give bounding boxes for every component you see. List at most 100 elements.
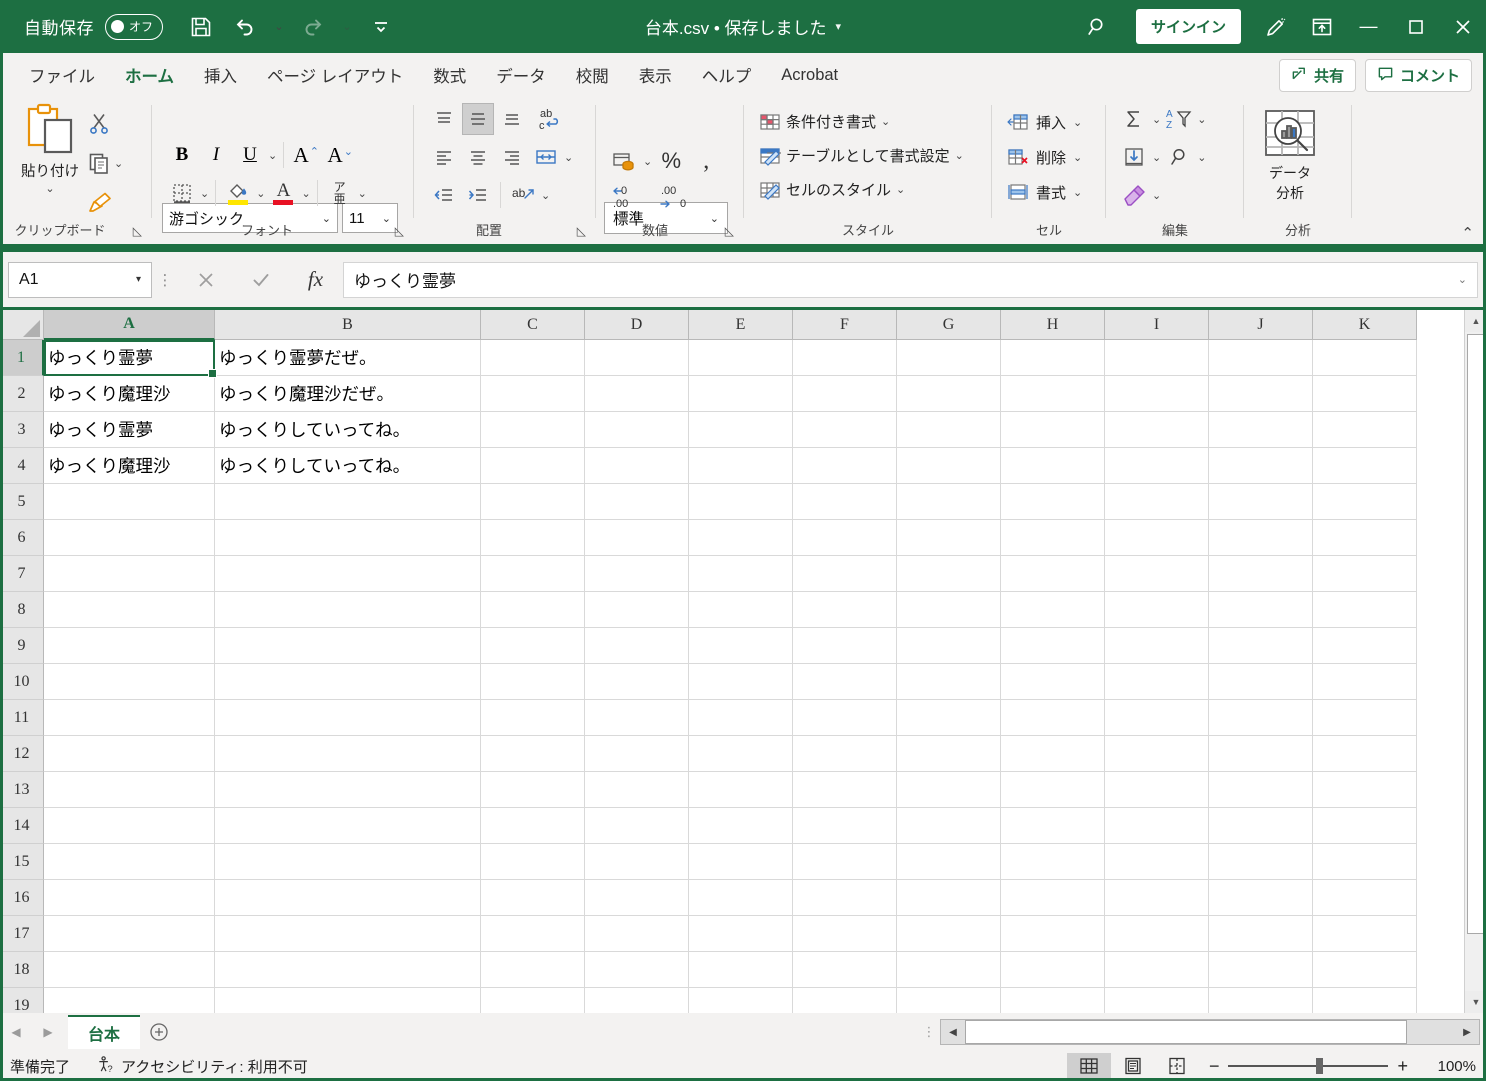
cell-I14[interactable] <box>1105 808 1209 843</box>
italic-button[interactable]: I <box>200 139 232 171</box>
cell-F15[interactable] <box>793 844 897 879</box>
format-cells-button[interactable]: 書式 ⌄ <box>1004 175 1085 209</box>
cell-A10[interactable] <box>44 664 215 699</box>
cell-K18[interactable] <box>1313 952 1417 987</box>
cell-H18[interactable] <box>1001 952 1105 987</box>
close-button[interactable] <box>1439 0 1486 53</box>
cell-J6[interactable] <box>1209 520 1313 555</box>
cell-E9[interactable] <box>689 628 793 663</box>
cell-J10[interactable] <box>1209 664 1313 699</box>
cell-A13[interactable] <box>44 772 215 807</box>
cell-K15[interactable] <box>1313 844 1417 879</box>
cell-K16[interactable] <box>1313 880 1417 915</box>
cell-K5[interactable] <box>1313 484 1417 519</box>
text-orientation-button[interactable]: ab <box>507 179 539 211</box>
cell-G14[interactable] <box>897 808 1001 843</box>
cell-C15[interactable] <box>481 844 585 879</box>
cell-E14[interactable] <box>689 808 793 843</box>
column-header-F[interactable]: F <box>793 310 897 340</box>
cell-K12[interactable] <box>1313 736 1417 771</box>
cell-I18[interactable] <box>1105 952 1209 987</box>
cell-G19[interactable] <box>897 988 1001 1013</box>
insert-function-fx-icon[interactable]: fx <box>288 262 343 298</box>
cell-J8[interactable] <box>1209 592 1313 627</box>
cell-B9[interactable] <box>215 628 481 663</box>
cell-C2[interactable] <box>481 376 585 411</box>
cell-J11[interactable] <box>1209 700 1313 735</box>
cell-D13[interactable] <box>585 772 689 807</box>
merge-dropdown-chevron-icon[interactable]: ⌄ <box>564 151 573 164</box>
cell-H1[interactable] <box>1001 340 1105 375</box>
scroll-down-arrow-icon[interactable]: ▼ <box>1465 991 1486 1013</box>
cell-A5[interactable] <box>44 484 215 519</box>
row-header-10[interactable]: 10 <box>0 664 44 700</box>
select-all-corner[interactable] <box>0 310 44 340</box>
cell-G6[interactable] <box>897 520 1001 555</box>
column-header-A[interactable]: A <box>44 310 215 340</box>
borders-button[interactable] <box>166 177 198 209</box>
column-header-G[interactable]: G <box>897 310 1001 340</box>
cell-J14[interactable] <box>1209 808 1313 843</box>
cell-B7[interactable] <box>215 556 481 591</box>
cell-D4[interactable] <box>585 448 689 483</box>
cell-E13[interactable] <box>689 772 793 807</box>
cell-D3[interactable] <box>585 412 689 447</box>
zoom-value[interactable]: 100% <box>1418 1058 1476 1075</box>
cell-F9[interactable] <box>793 628 897 663</box>
cell-F1[interactable] <box>793 340 897 375</box>
cell-E1[interactable] <box>689 340 793 375</box>
cell-C10[interactable] <box>481 664 585 699</box>
cell-styles-button[interactable]: セルのスタイル ⌄ <box>756 173 967 206</box>
cell-C11[interactable] <box>481 700 585 735</box>
normal-view-icon[interactable] <box>1066 1053 1111 1079</box>
cell-F14[interactable] <box>793 808 897 843</box>
cell-H13[interactable] <box>1001 772 1105 807</box>
alignment-dialog-launcher[interactable]: ◺ <box>577 224 586 238</box>
cell-I11[interactable] <box>1105 700 1209 735</box>
row-header-6[interactable]: 6 <box>0 520 44 556</box>
row-header-16[interactable]: 16 <box>0 880 44 916</box>
fill-button[interactable] <box>1118 141 1150 173</box>
cell-H8[interactable] <box>1001 592 1105 627</box>
cell-D1[interactable] <box>585 340 689 375</box>
cell-F7[interactable] <box>793 556 897 591</box>
zoom-track[interactable] <box>1228 1058 1389 1074</box>
cell-A18[interactable] <box>44 952 215 987</box>
increase-decimal-button[interactable]: 0 .00 <box>608 181 648 213</box>
cell-I7[interactable] <box>1105 556 1209 591</box>
name-box[interactable]: A1 ▾ <box>8 261 152 298</box>
clear-button[interactable] <box>1118 179 1150 211</box>
cell-F6[interactable] <box>793 520 897 555</box>
paste-button[interactable]: 貼り付け ⌄ <box>14 103 86 223</box>
column-header-K[interactable]: K <box>1313 310 1417 340</box>
fill-color-dropdown-chevron-icon[interactable]: ⌄ <box>256 187 265 200</box>
cell-E5[interactable] <box>689 484 793 519</box>
cell-I10[interactable] <box>1105 664 1209 699</box>
conditional-formatting-chevron-icon[interactable]: ⌄ <box>881 115 890 128</box>
enter-check-icon[interactable] <box>233 262 288 298</box>
cell-C17[interactable] <box>481 916 585 951</box>
clipboard-dialog-launcher[interactable]: ◺ <box>133 224 142 238</box>
cell-B15[interactable] <box>215 844 481 879</box>
row-header-11[interactable]: 11 <box>0 700 44 736</box>
cell-E6[interactable] <box>689 520 793 555</box>
cell-B19[interactable] <box>215 988 481 1013</box>
scroll-up-arrow-icon[interactable]: ▲ <box>1465 310 1486 332</box>
sheet-tab-daihon[interactable]: 台本 <box>68 1015 141 1049</box>
cell-G7[interactable] <box>897 556 1001 591</box>
cell-E12[interactable] <box>689 736 793 771</box>
cell-B12[interactable] <box>215 736 481 771</box>
cell-J4[interactable] <box>1209 448 1313 483</box>
cell-D14[interactable] <box>585 808 689 843</box>
tab-home[interactable]: ホーム <box>110 57 189 100</box>
tab-file[interactable]: ファイル <box>14 57 110 93</box>
cell-C18[interactable] <box>481 952 585 987</box>
cell-D6[interactable] <box>585 520 689 555</box>
cell-A1[interactable]: ゆっくり霊夢 <box>44 340 215 375</box>
fill-chevron-icon[interactable]: ⌄ <box>1152 151 1161 164</box>
cell-K6[interactable] <box>1313 520 1417 555</box>
cell-F17[interactable] <box>793 916 897 951</box>
row-header-1[interactable]: 1 <box>0 340 44 376</box>
comma-style-button[interactable]: , <box>690 145 722 177</box>
tab-page-layout[interactable]: ページ レイアウト <box>252 57 418 93</box>
